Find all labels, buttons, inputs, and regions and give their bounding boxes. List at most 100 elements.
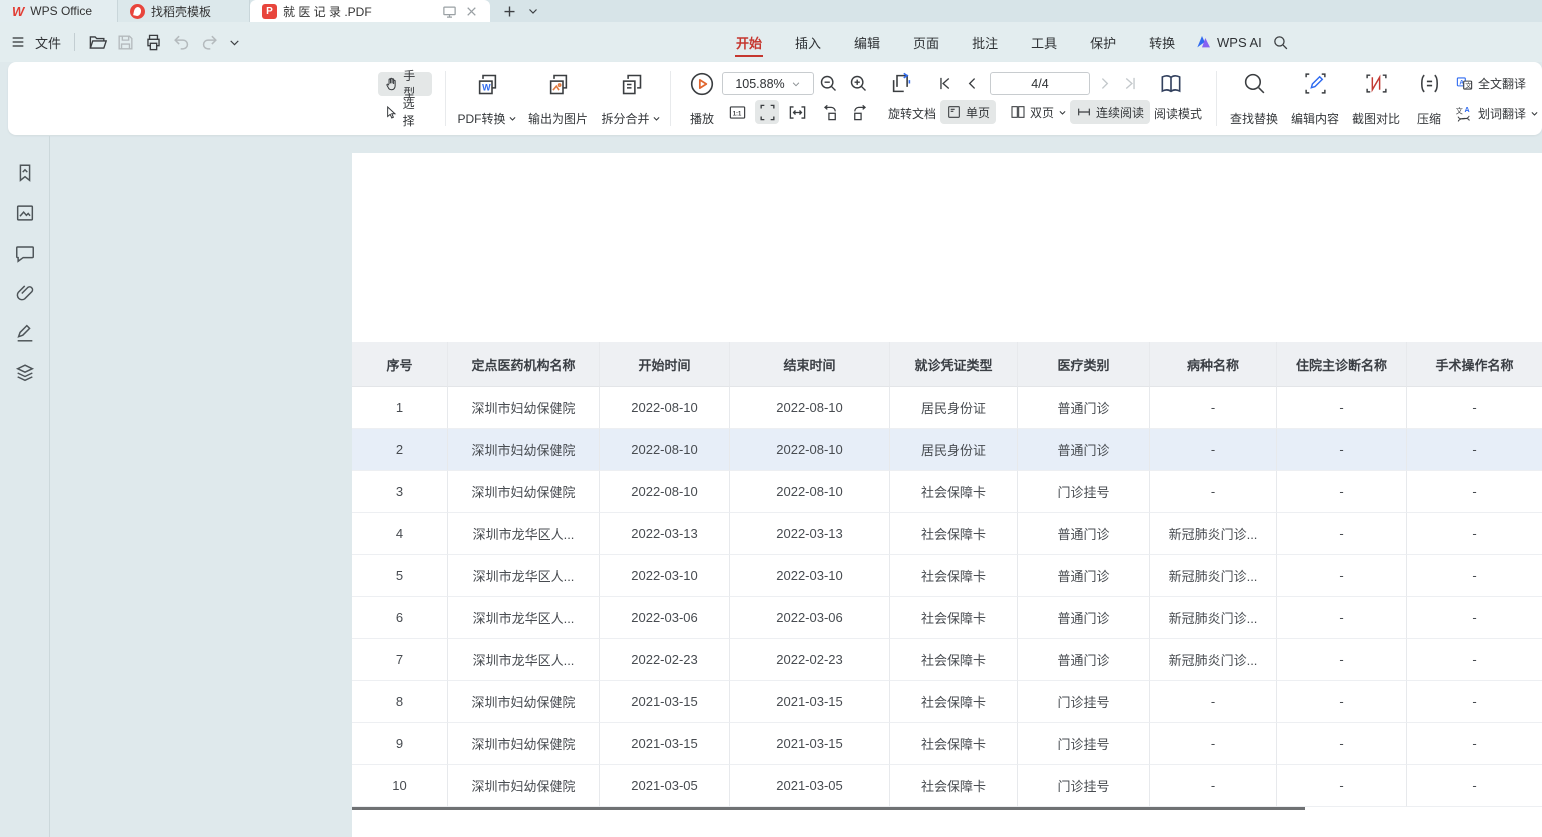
table-cell: 深圳市妇幼保健院 bbox=[448, 765, 600, 807]
wps-ai-logo-icon bbox=[1196, 34, 1212, 50]
last-page-icon[interactable] bbox=[1122, 75, 1139, 92]
full-translate-button[interactable]: A文 全文翻译 bbox=[1455, 74, 1526, 93]
quick-access-chevron-icon[interactable] bbox=[228, 36, 241, 49]
full-translate-label: 全文翻译 bbox=[1478, 75, 1526, 92]
monitor-icon[interactable] bbox=[442, 4, 457, 19]
menu-item-批注[interactable]: 批注 bbox=[971, 23, 999, 62]
page-number-field[interactable]: 4/4 bbox=[990, 72, 1090, 95]
table-cell: 居民身份证 bbox=[890, 387, 1018, 429]
prev-page-icon[interactable] bbox=[964, 75, 981, 92]
wps-ai-label: WPS AI bbox=[1217, 35, 1262, 50]
menu-item-开始[interactable]: 开始 bbox=[735, 23, 763, 62]
menu-item-保护[interactable]: 保护 bbox=[1089, 23, 1117, 62]
close-icon[interactable] bbox=[465, 5, 478, 18]
screenshot-compare-button[interactable]: 截图对比 bbox=[1346, 71, 1406, 127]
hand-icon bbox=[384, 76, 399, 92]
table-row: 10深圳市妇幼保健院2021-03-052021-03-05社会保障卡门诊挂号-… bbox=[352, 765, 1542, 807]
layers-icon[interactable] bbox=[14, 362, 36, 384]
read-mode-label[interactable]: 阅读模式 bbox=[1154, 105, 1202, 122]
table-cell: 2022-08-10 bbox=[730, 471, 890, 513]
fit-page-button[interactable] bbox=[755, 100, 779, 124]
edit-content-icon bbox=[1303, 71, 1328, 96]
table-cell: 5 bbox=[352, 555, 448, 597]
table-cell: - bbox=[1277, 723, 1407, 765]
menu-items: 开始插入编辑页面批注工具保护转换 bbox=[735, 22, 1176, 62]
fit-width-button[interactable] bbox=[785, 100, 809, 124]
thumbnail-icon[interactable] bbox=[14, 202, 36, 224]
open-file-icon[interactable] bbox=[88, 33, 107, 52]
table-cell: 2022-02-23 bbox=[730, 639, 890, 681]
read-mode-icon[interactable] bbox=[1158, 71, 1184, 97]
table-cell: 社会保障卡 bbox=[890, 471, 1018, 513]
rotate-left-button[interactable] bbox=[818, 100, 842, 124]
save-icon[interactable] bbox=[116, 33, 135, 52]
table-cell: 新冠肺炎门诊... bbox=[1150, 555, 1277, 597]
tab-label: 就 医 记 录 .PDF bbox=[283, 3, 372, 20]
pdf-convert-icon: W bbox=[474, 71, 501, 98]
ribbon-toolbar: 手型 选择 W PDF转换 输出为图片 拆分合并 播放 105.88% 4/4 bbox=[8, 62, 1542, 135]
actual-size-button[interactable]: 1:1 bbox=[725, 100, 749, 124]
menu-item-页面[interactable]: 页面 bbox=[912, 23, 940, 62]
tab-list-chevron-icon[interactable] bbox=[527, 5, 539, 17]
double-page-button[interactable]: 双页 bbox=[1004, 100, 1073, 124]
select-tool-button[interactable]: 选择 bbox=[378, 100, 432, 124]
rotate-doc-label[interactable]: 旋转文档 bbox=[888, 105, 936, 122]
find-replace-button[interactable]: 查找替换 bbox=[1223, 71, 1285, 127]
bookmark-icon[interactable] bbox=[14, 162, 36, 184]
new-tab-plus-icon[interactable] bbox=[502, 4, 517, 19]
wps-ai-button[interactable]: WPS AI bbox=[1196, 34, 1262, 50]
menu-item-工具[interactable]: 工具 bbox=[1030, 23, 1058, 62]
pdf-convert-button[interactable]: W PDF转换 bbox=[451, 71, 523, 127]
tab-wps-office[interactable]: W WPS Office bbox=[0, 0, 118, 22]
comment-icon[interactable] bbox=[14, 242, 36, 264]
zoom-level-field[interactable]: 105.88% bbox=[722, 72, 814, 95]
first-page-icon[interactable] bbox=[936, 75, 953, 92]
compress-button[interactable]: 压缩 bbox=[1408, 71, 1450, 127]
sign-icon[interactable] bbox=[14, 322, 36, 344]
hamburger-icon[interactable] bbox=[10, 34, 26, 50]
table-cell: - bbox=[1150, 387, 1277, 429]
document-area[interactable]: 序号定点医药机构名称开始时间结束时间就诊凭证类型医疗类别病种名称住院主诊断名称手… bbox=[50, 136, 1542, 837]
edit-content-button[interactable]: 编辑内容 bbox=[1285, 71, 1345, 127]
table-cell: 深圳市妇幼保健院 bbox=[448, 723, 600, 765]
table-cell: - bbox=[1277, 765, 1407, 807]
fit-width-icon bbox=[788, 103, 807, 122]
split-merge-button[interactable]: 拆分合并 bbox=[596, 71, 666, 127]
word-translate-button[interactable]: 文A 划词翻译 bbox=[1455, 104, 1539, 123]
continuous-read-icon bbox=[1076, 104, 1092, 120]
tab-docer-templates[interactable]: 找稻壳模板 bbox=[118, 0, 250, 22]
table-cell: - bbox=[1150, 681, 1277, 723]
medical-records-table: 序号定点医药机构名称开始时间结束时间就诊凭证类型医疗类别病种名称住院主诊断名称手… bbox=[352, 342, 1542, 810]
export-image-button[interactable]: 输出为图片 bbox=[522, 71, 594, 127]
print-icon[interactable] bbox=[144, 33, 163, 52]
next-page-icon[interactable] bbox=[1096, 75, 1113, 92]
hand-tool-button[interactable]: 手型 bbox=[378, 72, 432, 96]
play-button[interactable]: 播放 bbox=[676, 71, 728, 127]
rotate-right-button[interactable] bbox=[847, 100, 871, 124]
continuous-read-button[interactable]: 连续阅读 bbox=[1070, 100, 1150, 124]
table-cell: 门诊挂号 bbox=[1018, 471, 1150, 513]
single-page-button[interactable]: 单页 bbox=[940, 100, 996, 124]
table-cell: 2022-03-06 bbox=[730, 597, 890, 639]
table-cell: - bbox=[1277, 429, 1407, 471]
menu-item-插入[interactable]: 插入 bbox=[794, 23, 822, 62]
redo-icon[interactable] bbox=[200, 33, 219, 52]
table-cell: 深圳市妇幼保健院 bbox=[448, 387, 600, 429]
table-row: 9深圳市妇幼保健院2021-03-152021-03-15社会保障卡门诊挂号--… bbox=[352, 723, 1542, 765]
menu-item-编辑[interactable]: 编辑 bbox=[853, 23, 881, 62]
search-icon[interactable] bbox=[1272, 34, 1289, 51]
menu-item-转换[interactable]: 转换 bbox=[1148, 23, 1176, 62]
table-cell: - bbox=[1277, 681, 1407, 723]
table-cell: - bbox=[1277, 471, 1407, 513]
table-cell: 社会保障卡 bbox=[890, 681, 1018, 723]
zoom-in-icon[interactable] bbox=[848, 73, 869, 94]
zoom-out-icon[interactable] bbox=[818, 73, 839, 94]
docer-icon bbox=[130, 4, 145, 19]
replace-pages-icon[interactable] bbox=[888, 70, 915, 97]
undo-icon[interactable] bbox=[172, 33, 191, 52]
attachment-icon[interactable] bbox=[14, 282, 36, 304]
file-menu-button[interactable]: 文件 bbox=[35, 33, 61, 52]
tab-document-pdf[interactable]: P 就 医 记 录 .PDF bbox=[250, 0, 490, 22]
table-cell: 2021-03-15 bbox=[600, 723, 730, 765]
table-cell: 社会保障卡 bbox=[890, 723, 1018, 765]
